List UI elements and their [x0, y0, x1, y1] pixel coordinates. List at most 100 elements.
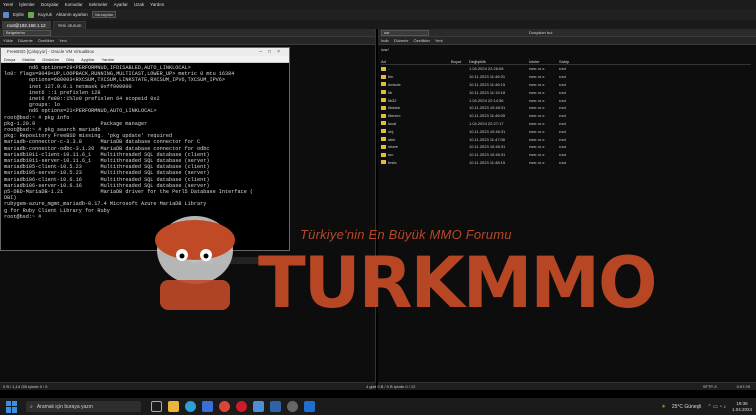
- opera-icon[interactable]: [236, 401, 247, 412]
- file-perms-cell: rwxr-xr-x: [529, 89, 545, 95]
- file-name-cell: src: [381, 152, 451, 157]
- upload-button[interactable]: Yükle: [3, 38, 13, 43]
- file-row[interactable]: local 1.04.2024 22:27:17 rwxr-xr-x root: [381, 120, 751, 128]
- file-row[interactable]: src 10.11.2023 10:46:31 rwxr-xr-x root: [381, 151, 751, 159]
- remote-path-select[interactable]: usr: [381, 29, 429, 36]
- menu-item[interactable]: Yardım: [150, 2, 164, 7]
- file-modified-cell: 10.11.2023 10:48:31: [469, 105, 506, 111]
- col-owner[interactable]: Sahip: [559, 59, 589, 64]
- edge-icon[interactable]: [185, 401, 196, 412]
- file-row[interactable]: tests 10.11.2023 11:48:15 rwxr-xr-x root: [381, 159, 751, 167]
- file-owner-cell: root: [559, 74, 566, 80]
- file-modified-cell: 10.11.2023 11:46:15: [469, 81, 506, 87]
- file-perms-cell: rwxr-xr-x: [529, 97, 545, 103]
- vm-menu-item[interactable]: Giriş: [66, 56, 74, 62]
- toolbar-queue[interactable]: Kuyruk: [38, 12, 52, 17]
- folder-icon: [381, 144, 386, 149]
- vm-menu-item[interactable]: Aygıtlar: [81, 56, 95, 62]
- file-row[interactable]: bin 10.11.2023 11:46:31 rwxr-xr-x root: [381, 73, 751, 81]
- file-perms-cell: rwxr-xr-x: [529, 105, 545, 111]
- window-controls[interactable]: –□×: [259, 48, 286, 56]
- menu-item[interactable]: İşlemler: [19, 2, 35, 7]
- virtualbox-icon[interactable]: [270, 401, 281, 412]
- file-perms-cell: rwxr-xr-x: [529, 159, 545, 165]
- file-row[interactable]: sbin 10.11.2023 11:47:06 rwxr-xr-x root: [381, 135, 751, 143]
- file-name-cell: share: [381, 144, 451, 149]
- file-row[interactable]: .. 1.04.2024 22:26:08 rwxr-xr-x root: [381, 65, 751, 73]
- file-table-header: Ad Boyut Değişiklik İzinler Sahip: [381, 58, 751, 65]
- file-perms-cell: rwxr-xr-x: [529, 144, 545, 150]
- file-owner-cell: root: [559, 105, 566, 111]
- remote-properties-button[interactable]: Özellikler: [413, 38, 429, 43]
- settings-icon[interactable]: [287, 401, 298, 412]
- download-button[interactable]: İndir: [381, 38, 389, 43]
- file-owner-cell: root: [559, 128, 566, 134]
- file-name-cell: lib: [381, 90, 451, 95]
- file-perms-cell: rwxr-xr-x: [529, 120, 545, 126]
- file-row[interactable]: include 10.11.2023 11:46:15 rwxr-xr-x root: [381, 81, 751, 89]
- local-new-button[interactable]: Yeni: [59, 38, 67, 43]
- file-owner-cell: root: [559, 136, 566, 142]
- remote-edit-button[interactable]: Düzenle: [394, 38, 409, 43]
- taskbar-search[interactable]: ⌕ Aramak için buraya yazın: [26, 401, 141, 412]
- transfer-preset-select[interactable]: Varsayılan: [91, 11, 117, 18]
- col-modified[interactable]: Değişiklik: [469, 59, 529, 64]
- find-files-button[interactable]: Dosyaları bul: [529, 30, 552, 35]
- session-tabs: root@192.168.1.12 Yeni oturum: [0, 20, 756, 29]
- file-modified-cell: 10.11.2023 11:46:31: [469, 74, 506, 80]
- remote-new-button[interactable]: Yeni: [435, 38, 443, 43]
- col-name[interactable]: Ad: [381, 59, 451, 64]
- toolbar-transfer-settings[interactable]: Aktarım ayarları: [56, 12, 88, 17]
- vm-title-bar[interactable]: FreeBSD [Çalışıyor] - Oracle VM VirtualB…: [1, 48, 289, 56]
- file-name-cell: libdata: [381, 105, 451, 110]
- chrome-icon[interactable]: [219, 401, 230, 412]
- file-owner-cell: root: [559, 152, 566, 158]
- col-size[interactable]: Boyut: [451, 59, 469, 64]
- task-view-icon[interactable]: [151, 401, 162, 412]
- local-edit-button[interactable]: Düzenle: [18, 38, 33, 43]
- file-row[interactable]: obj 10.11.2023 10:46:31 rwxr-xr-x root: [381, 127, 751, 135]
- vm-menu-item[interactable]: Dosya: [4, 56, 15, 62]
- sync-icon[interactable]: [3, 11, 9, 18]
- queue-icon[interactable]: [28, 11, 35, 18]
- file-row[interactable]: libexec 10.11.2023 11:46:05 rwxr-xr-x root: [381, 112, 751, 120]
- mail-icon[interactable]: [304, 401, 315, 412]
- weather-text[interactable]: 25°C Güneşli: [672, 404, 702, 410]
- remote-file-table: Ad Boyut Değişiklik İzinler Sahip .. 1.04…: [381, 58, 751, 166]
- col-permissions[interactable]: İzinler: [529, 59, 559, 64]
- file-name: share: [388, 144, 399, 150]
- file-explorer-icon[interactable]: [168, 401, 179, 412]
- vm-menu-item[interactable]: Yardım: [102, 56, 115, 62]
- file-row[interactable]: share 10.11.2023 10:46:31 rwxr-xr-x root: [381, 143, 751, 151]
- terminal-line: p5-DBD-MariaDB-1.21 MariaDB driver for t…: [4, 189, 254, 196]
- menu-item[interactable]: Ayarlar: [114, 2, 128, 7]
- store-icon[interactable]: [202, 401, 213, 412]
- tab-session-root[interactable]: root@192.168.1.12: [2, 21, 51, 29]
- file-row[interactable]: lib 10.11.2023 11:15:18 rwxr-xr-x root: [381, 88, 751, 96]
- menu-item[interactable]: Yerel: [3, 2, 13, 7]
- file-name: bin: [388, 74, 394, 80]
- file-owner-cell: root: [559, 159, 566, 165]
- folder-icon: [381, 74, 386, 79]
- menu-item[interactable]: Uzak: [134, 2, 144, 7]
- local-properties-button[interactable]: Özellikler: [38, 38, 54, 43]
- folder-icon: [381, 66, 386, 71]
- local-path-select[interactable]: Belgelerim: [3, 29, 51, 36]
- vm-menu-item[interactable]: Görünüm: [42, 56, 59, 62]
- winscp-icon[interactable]: [253, 401, 264, 412]
- menu-item[interactable]: Sekmeler: [89, 2, 108, 7]
- weather-icon[interactable]: ☀: [661, 404, 665, 410]
- file-row[interactable]: lib32 1.04.2024 22:14:36 rwxr-xr-x root: [381, 96, 751, 104]
- vm-menu-item[interactable]: Makine: [22, 56, 35, 62]
- vm-menu-bar: Dosya Makine Görünüm Giriş Aygıtlar Yardım: [1, 56, 289, 63]
- clock[interactable]: 19:36 1.04.2024: [732, 401, 752, 412]
- file-name-cell: obj: [381, 129, 451, 134]
- file-row[interactable]: libdata 10.11.2023 10:48:31 rwxr-xr-x root: [381, 104, 751, 112]
- toolbar-sync[interactable]: Eşitle: [13, 12, 24, 17]
- windows-start-icon[interactable]: [6, 400, 18, 413]
- file-name-cell: sbin: [381, 137, 451, 142]
- tab-new-session[interactable]: Yeni oturum: [52, 21, 87, 29]
- menu-item[interactable]: Dosyalar: [41, 2, 59, 7]
- menu-item[interactable]: Komutlar: [65, 2, 83, 7]
- tray-icons[interactable]: ⌃ ▭ ◔ ♪: [707, 404, 726, 410]
